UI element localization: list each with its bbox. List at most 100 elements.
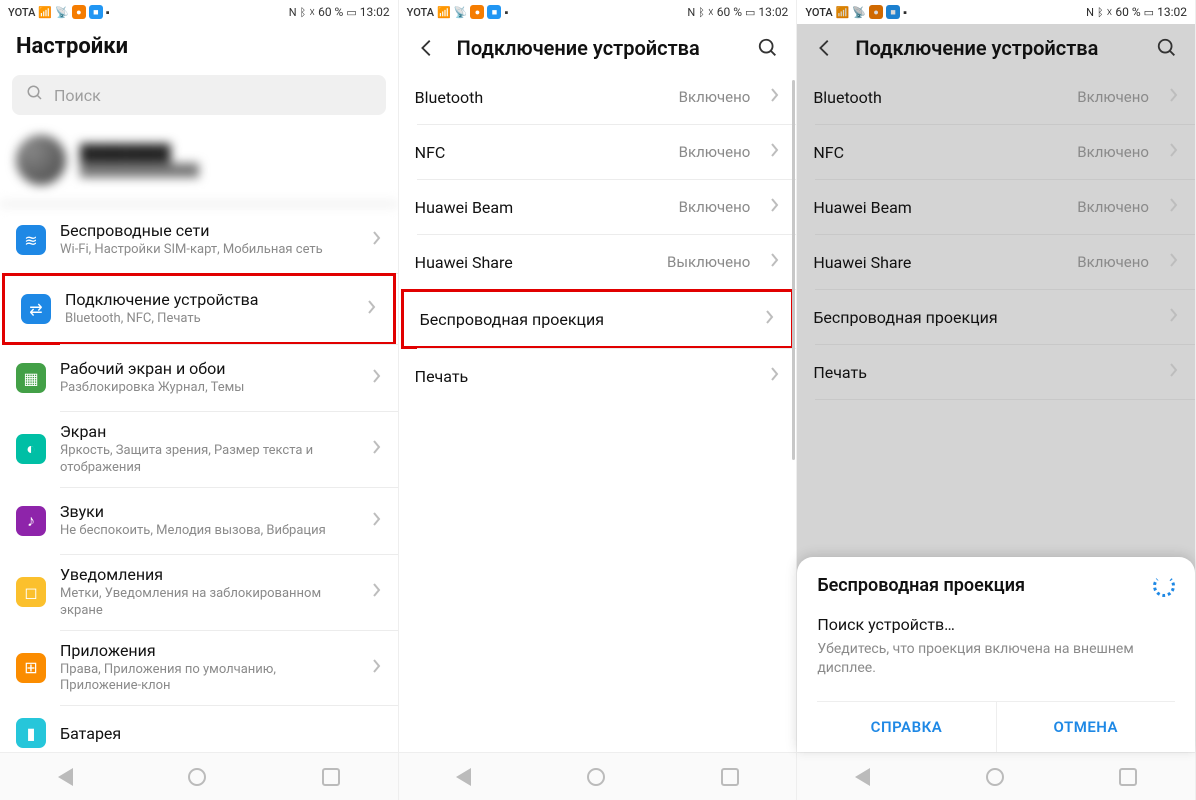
item-huawei-beam[interactable]: Huawei Beam Включено bbox=[399, 180, 797, 234]
settings-list: ≋ Беспроводные сети Wi-Fi, Настройки SIM… bbox=[0, 207, 398, 752]
app-badge-icon: ■ bbox=[886, 5, 900, 19]
page-title: Настройки bbox=[0, 24, 398, 71]
search-input[interactable]: Поиск bbox=[12, 75, 386, 115]
settings-item-sounds[interactable]: ♪ Звуки Не беспокоить, Мелодия вызова, В… bbox=[0, 488, 398, 554]
chevron-right-icon bbox=[770, 197, 780, 217]
wallpaper-icon: ▦ bbox=[16, 363, 46, 393]
mute-icon: ☓ bbox=[309, 6, 315, 19]
carrier-label: YOTA bbox=[407, 6, 434, 19]
back-button[interactable] bbox=[813, 36, 837, 60]
connection-list: Bluetooth Включено NFC Включено Huawei B… bbox=[399, 70, 797, 752]
settings-item-notifications[interactable]: ◻ Уведомления Метки, Уведомления на забл… bbox=[0, 555, 398, 630]
app-badge-icon: ● bbox=[869, 5, 883, 19]
chevron-right-icon bbox=[372, 658, 382, 678]
profile-sub: ██████████████ bbox=[80, 163, 382, 177]
highlight-frame: Беспроводная проекция bbox=[401, 289, 795, 349]
item-wireless-projection[interactable]: Беспроводная проекция bbox=[797, 290, 1195, 344]
profile-name: ████████ bbox=[80, 143, 382, 163]
display-icon: ◐ bbox=[16, 434, 46, 464]
loading-spinner-icon bbox=[1153, 575, 1175, 597]
chevron-right-icon bbox=[770, 366, 780, 386]
screen-settings-root: YOTA 📶 📡 ● ■ ▪ N ᛒ ☓ 60 % ▭ 13:02 Настро… bbox=[0, 0, 399, 800]
search-button[interactable] bbox=[1155, 36, 1179, 60]
settings-item-battery[interactable]: ▮ Батарея bbox=[0, 706, 398, 752]
chevron-right-icon bbox=[1169, 87, 1179, 107]
sheet-searching-label: Поиск устройств… bbox=[817, 615, 1175, 634]
item-print[interactable]: Печать bbox=[797, 345, 1195, 399]
settings-item-wireless[interactable]: ≋ Беспроводные сети Wi-Fi, Настройки SIM… bbox=[0, 207, 398, 273]
page-title: Подключение устройства bbox=[855, 36, 1137, 60]
chevron-right-icon bbox=[1169, 362, 1179, 382]
chevron-right-icon bbox=[372, 582, 382, 602]
nav-back-button[interactable] bbox=[456, 768, 471, 786]
status-bar: YOTA 📶 📡 ● ■ ▪ N ᛒ ☓ 60 % ▭ 13:02 bbox=[0, 0, 398, 24]
help-button[interactable]: СПРАВКА bbox=[817, 702, 995, 752]
battery-icon: ▮ bbox=[16, 718, 46, 748]
bluetooth-icon: ᛒ bbox=[1097, 6, 1104, 19]
bell-icon: ◻ bbox=[16, 577, 46, 607]
header: Подключение устройства bbox=[399, 24, 797, 70]
android-nav-bar bbox=[399, 752, 797, 800]
item-huawei-share[interactable]: Huawei Share Выключено bbox=[399, 235, 797, 289]
item-wireless-projection[interactable]: Беспроводная проекция bbox=[404, 292, 792, 346]
avatar bbox=[16, 135, 66, 185]
apps-icon: ⊞ bbox=[16, 653, 46, 683]
camera-icon: ▪ bbox=[504, 6, 508, 19]
nav-home-button[interactable] bbox=[587, 768, 605, 786]
item-nfc[interactable]: NFC Включено bbox=[399, 125, 797, 179]
item-print[interactable]: Печать bbox=[399, 349, 797, 403]
signal-icon: 📶 bbox=[38, 6, 52, 19]
page-title: Подключение устройства bbox=[457, 36, 739, 60]
app-badge-icon: ■ bbox=[89, 5, 103, 19]
app-badge-icon: ● bbox=[72, 5, 86, 19]
camera-icon: ▪ bbox=[106, 6, 110, 19]
settings-item-apps[interactable]: ⊞ Приложения Права, Приложения по умолча… bbox=[0, 631, 398, 706]
chevron-right-icon bbox=[770, 142, 780, 162]
bluetooth-icon: ᛒ bbox=[300, 6, 307, 19]
signal-icon: 📶 bbox=[437, 6, 451, 19]
nav-recent-button[interactable] bbox=[721, 768, 739, 786]
chevron-right-icon bbox=[372, 368, 382, 388]
chevron-right-icon bbox=[1169, 142, 1179, 162]
cancel-button[interactable]: ОТМЕНА bbox=[996, 702, 1175, 752]
wifi-icon: 📡 bbox=[852, 6, 866, 19]
item-huawei-beam[interactable]: Huawei Beam Включено bbox=[797, 180, 1195, 234]
nav-home-button[interactable] bbox=[986, 768, 1004, 786]
nav-recent-button[interactable] bbox=[1119, 768, 1137, 786]
battery-percent: 60 % bbox=[318, 5, 343, 19]
status-bar: YOTA 📶 📡 ● ■ ▪ N ᛒ ☓ 60 % ▭ 13:02 bbox=[399, 0, 797, 24]
item-huawei-share[interactable]: Huawei Share Включено bbox=[797, 235, 1195, 289]
nav-home-button[interactable] bbox=[188, 768, 206, 786]
device-connection-icon: ⇄ bbox=[21, 294, 51, 324]
chevron-right-icon bbox=[770, 252, 780, 272]
status-bar: YOTA 📶 📡 ● ■ ▪ N ᛒ ☓ 60 % ▭ 13:02 bbox=[797, 0, 1195, 24]
clock: 13:02 bbox=[758, 5, 788, 19]
search-button[interactable] bbox=[756, 36, 780, 60]
wireless-projection-sheet: Беспроводная проекция Поиск устройств… У… bbox=[797, 557, 1195, 752]
nfc-icon: N bbox=[289, 6, 297, 19]
chevron-right-icon bbox=[1169, 197, 1179, 217]
nav-recent-button[interactable] bbox=[322, 768, 340, 786]
nfc-icon: N bbox=[687, 6, 695, 19]
mute-icon: ☓ bbox=[1107, 6, 1113, 19]
settings-item-device-connection[interactable]: ⇄ Подключение устройства Bluetooth, NFC,… bbox=[5, 276, 393, 342]
battery-icon: ▭ bbox=[1144, 6, 1154, 19]
nav-back-button[interactable] bbox=[58, 768, 73, 786]
settings-item-display[interactable]: ◐ Экран Яркость, Защита зрения, Размер т… bbox=[0, 412, 398, 487]
battery-percent: 60 % bbox=[717, 5, 742, 19]
item-bluetooth[interactable]: Bluetooth Включено bbox=[797, 70, 1195, 124]
item-nfc[interactable]: NFC Включено bbox=[797, 125, 1195, 179]
profile-row[interactable]: ████████ ██████████████ bbox=[0, 125, 398, 207]
chevron-right-icon bbox=[372, 511, 382, 531]
item-bluetooth[interactable]: Bluetooth Включено bbox=[399, 70, 797, 124]
nav-back-button[interactable] bbox=[855, 768, 870, 786]
sound-icon: ♪ bbox=[16, 506, 46, 536]
back-button[interactable] bbox=[415, 36, 439, 60]
wifi-icon: ≋ bbox=[16, 225, 46, 255]
wifi-icon: 📡 bbox=[454, 6, 468, 19]
sheet-title: Беспроводная проекция bbox=[817, 575, 1025, 596]
screen-wireless-projection-dialog: YOTA 📶 📡 ● ■ ▪ N ᛒ ☓ 60 % ▭ 13:02 Подклю… bbox=[797, 0, 1196, 800]
wifi-icon: 📡 bbox=[55, 6, 69, 19]
battery-percent: 60 % bbox=[1115, 5, 1140, 19]
settings-item-home-wallpaper[interactable]: ▦ Рабочий экран и обои Разблокировка Жур… bbox=[0, 345, 398, 411]
